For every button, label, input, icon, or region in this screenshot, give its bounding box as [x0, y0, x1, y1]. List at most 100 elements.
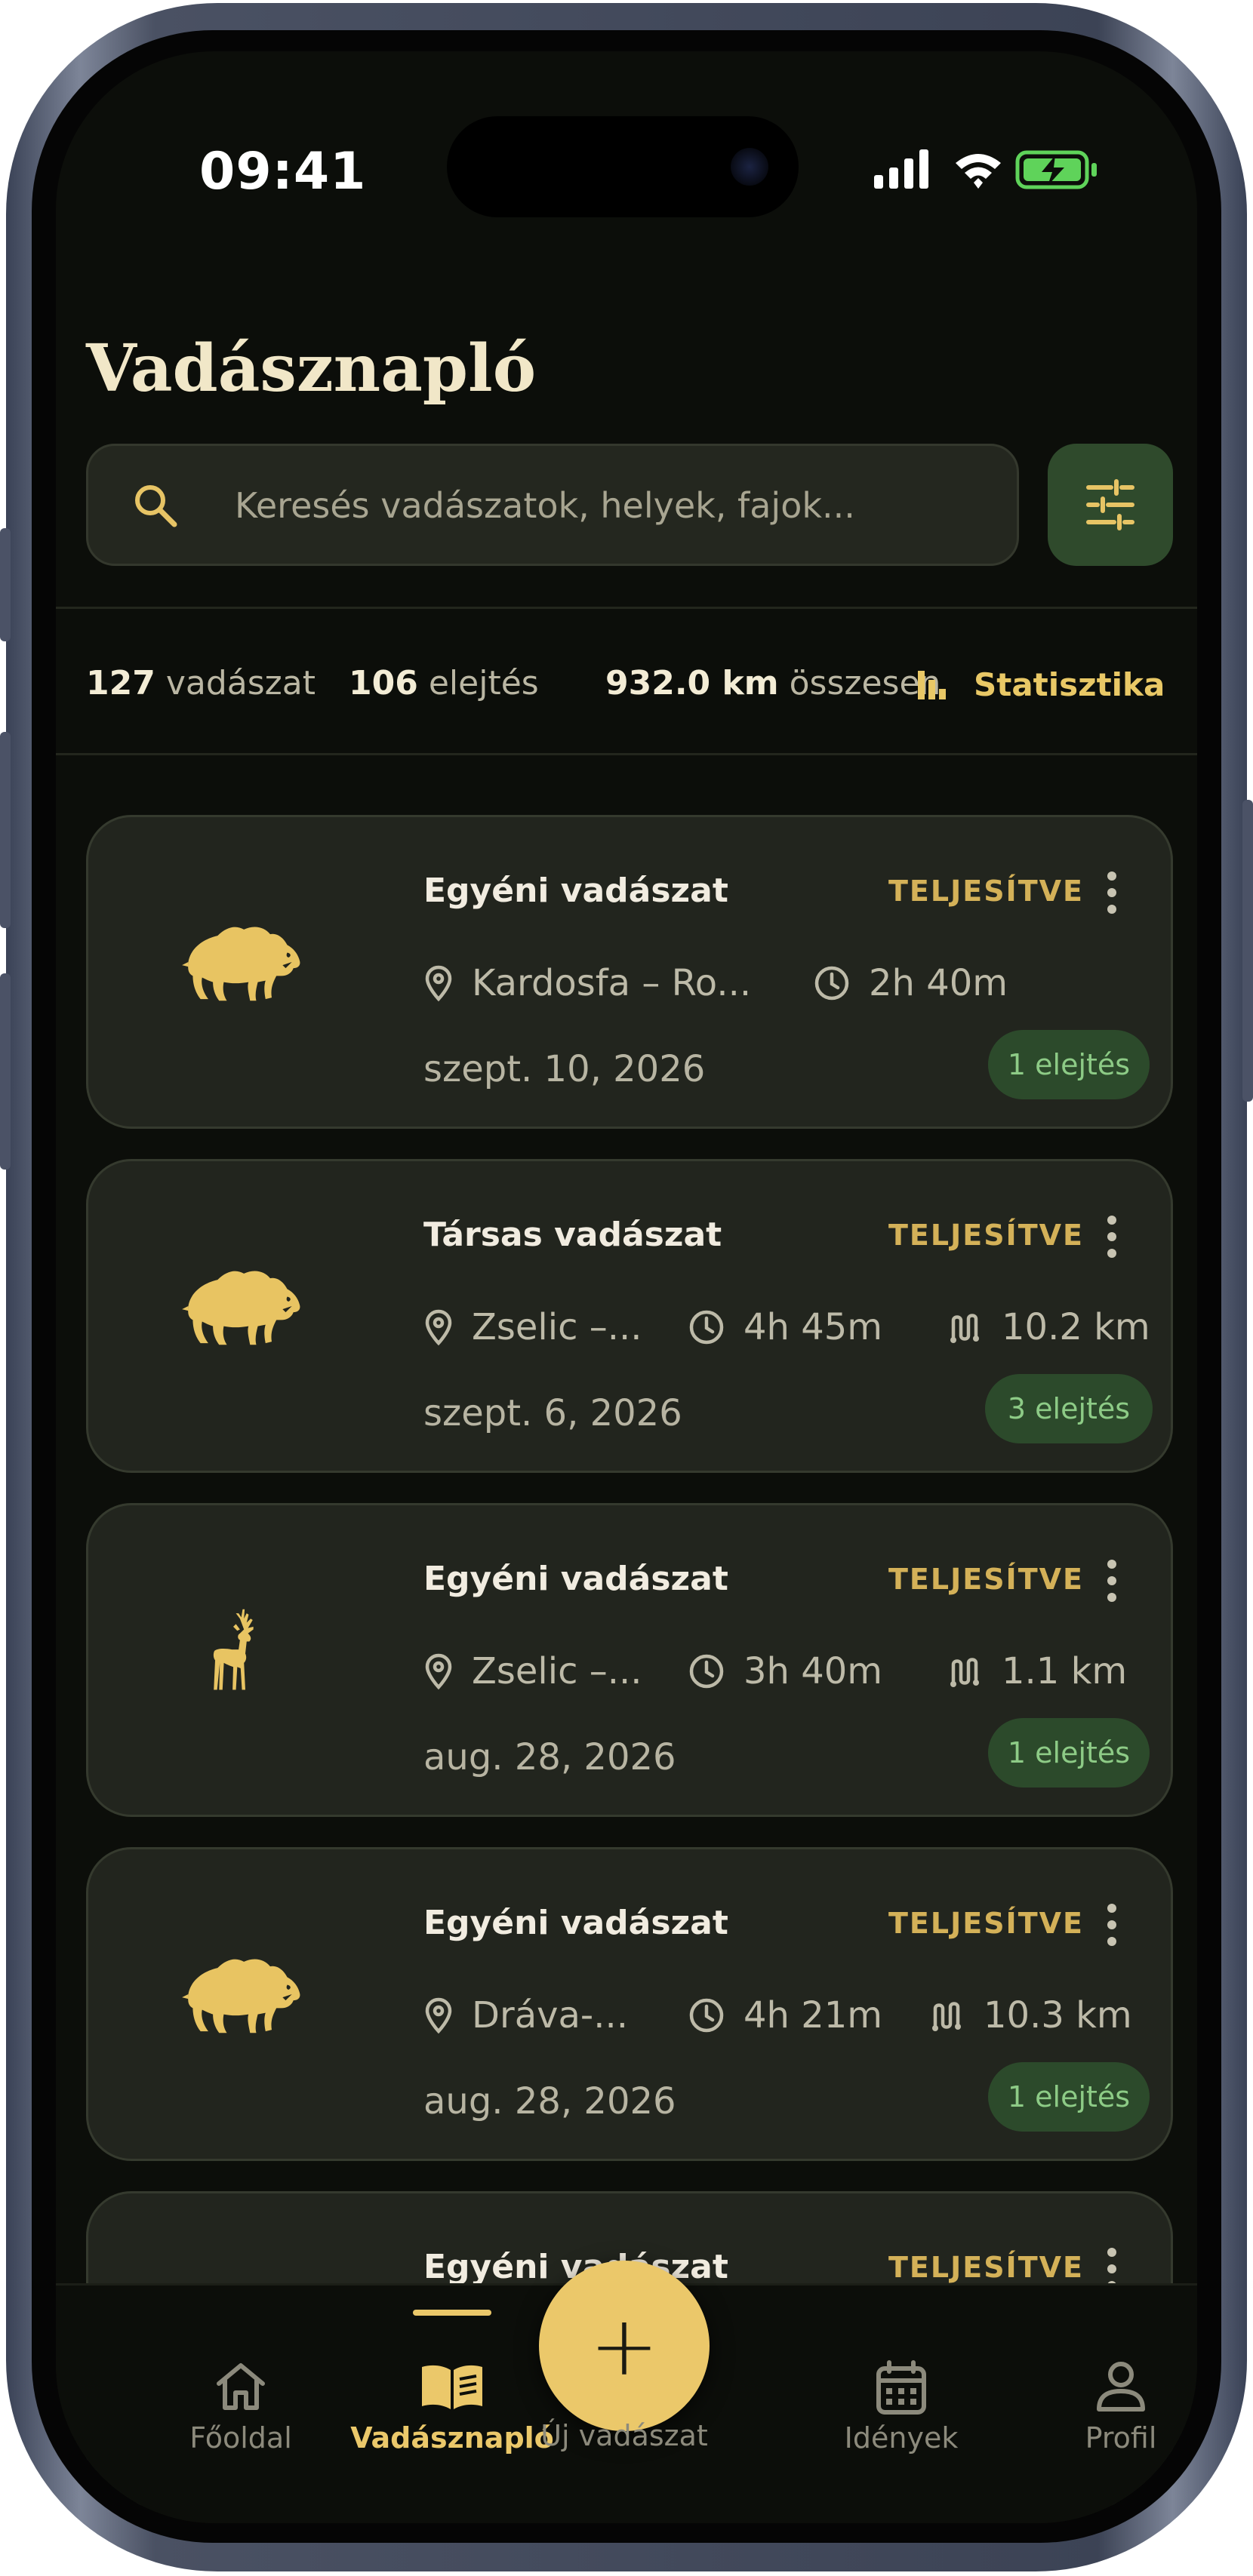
boar-icon: [179, 920, 303, 1006]
dynamic-island: [447, 116, 799, 217]
calendar-icon: [876, 2360, 926, 2415]
kills-count: 106: [349, 664, 418, 702]
hunt-date: aug. 28, 2026: [423, 1736, 676, 1778]
nav-profile[interactable]: Profil: [1034, 2286, 1197, 2482]
hunt-date: szept. 10, 2026: [423, 1048, 706, 1090]
status-time: 09:41: [199, 142, 367, 201]
kills-label: elejtés: [428, 664, 539, 702]
new-hunt-label: Új vadászat: [540, 2419, 708, 2452]
hunt-card[interactable]: Egyéni vadászat TELJESÍTVE Kardosfa – Ro…: [86, 815, 1173, 1129]
hunt-card[interactable]: Társas vadászat TELJESÍTVE Zselic –... 4…: [86, 1159, 1173, 1473]
power-button: [1242, 800, 1253, 1102]
boar-icon: [179, 1264, 303, 1350]
hunt-card[interactable]: Egyéni vadászat TELJESÍTVE Zselic –... 3…: [86, 1503, 1173, 1817]
nav-journal[interactable]: Vadásznapló: [350, 2286, 554, 2482]
hunt-type: Egyéni vadászat: [423, 871, 728, 910]
hunt-location: Kardosfa – Ro...: [423, 959, 751, 1007]
stat-distance: 932.0 km összesen: [605, 664, 941, 702]
stat-hunts: 127 vadászat: [86, 664, 316, 702]
clock-icon: [813, 964, 851, 1002]
location-text: Dráva-...: [472, 1994, 629, 2037]
kills-badge: 1 elejtés: [988, 1030, 1150, 1099]
kills-badge: 1 elejtés: [988, 1718, 1150, 1788]
status-icons: [874, 149, 1097, 189]
hunt-location: Zselic –...: [423, 1303, 642, 1351]
hunt-type: Egyéni vadászat: [423, 1904, 728, 1942]
search-input[interactable]: [233, 475, 991, 536]
search-box[interactable]: [86, 444, 1019, 566]
filter-sliders-icon: [1086, 479, 1134, 530]
route-icon: [946, 1308, 984, 1346]
stat-kills: 106 elejtés: [349, 664, 539, 702]
active-tab-indicator: [413, 2310, 491, 2316]
search-icon: [135, 485, 177, 527]
hunt-location: Dráva-...: [423, 1991, 628, 2040]
status-badge: TELJESÍTVE: [888, 1907, 1084, 1940]
duration-text: 3h 40m: [743, 1650, 883, 1692]
location-text: Kardosfa – Ro...: [472, 962, 752, 1004]
more-options-icon[interactable]: [1097, 871, 1127, 917]
hunt-duration: 4h 45m: [688, 1303, 882, 1351]
hunt-distance: 10.2 km: [946, 1303, 1150, 1351]
location-pin-icon: [423, 964, 454, 1002]
kills-badge: 3 elejtés: [985, 1374, 1153, 1443]
more-options-icon[interactable]: [1097, 1904, 1127, 1949]
signal-icon: [874, 149, 928, 189]
wifi-icon: [956, 154, 1001, 189]
distance-value: 932.0 km: [605, 664, 779, 702]
hunts-label: vadászat: [165, 664, 316, 702]
hunt-distance: 10.3 km: [928, 1991, 1132, 2040]
action-button: [0, 528, 11, 641]
nav-journal-label: Vadásznapló: [350, 2421, 554, 2455]
distance-text: 10.2 km: [1002, 1306, 1150, 1348]
volume-up-button: [0, 732, 11, 928]
hunt-duration: 4h 21m: [688, 1991, 882, 2040]
location-pin-icon: [423, 1308, 454, 1346]
duration-text: 4h 45m: [743, 1306, 883, 1348]
home-icon: [217, 2363, 265, 2410]
statistics-link-label: Statisztika: [974, 666, 1165, 703]
route-icon: [946, 1652, 984, 1690]
front-camera: [731, 148, 768, 186]
location-pin-icon: [423, 1652, 454, 1690]
nav-home-label: Főoldal: [189, 2421, 292, 2455]
battery-icon: [1015, 150, 1097, 189]
duration-text: 2h 40m: [869, 962, 1008, 1004]
kills-badge: 1 elejtés: [988, 2062, 1150, 2132]
distance-text: 10.3 km: [984, 1994, 1132, 2037]
route-icon: [928, 1997, 965, 2034]
plus-icon: +: [589, 2298, 660, 2394]
hunt-duration: 2h 40m: [813, 959, 1008, 1007]
nav-profile-label: Profil: [1085, 2421, 1157, 2455]
hunt-type: Társas vadászat: [423, 1216, 722, 1254]
hunt-date: szept. 6, 2026: [423, 1392, 682, 1434]
status-badge: TELJESÍTVE: [888, 875, 1084, 908]
divider: [56, 753, 1197, 755]
hunt-distance: 1.1 km: [946, 1647, 1127, 1695]
statistics-link[interactable]: Statisztika: [916, 658, 1165, 711]
profile-icon: [1097, 2362, 1145, 2412]
more-options-icon[interactable]: [1097, 1560, 1127, 1605]
location-pin-icon: [423, 1997, 454, 2034]
clock-icon: [688, 1652, 725, 1690]
deer-icon: [209, 1605, 269, 1695]
duration-text: 4h 21m: [743, 1994, 883, 2037]
hunt-duration: 3h 40m: [688, 1647, 882, 1695]
status-badge: TELJESÍTVE: [888, 1563, 1084, 1596]
nav-seasons[interactable]: Idények: [814, 2286, 988, 2482]
new-hunt-button[interactable]: +: [539, 2261, 710, 2431]
hunt-date: aug. 28, 2026: [423, 2080, 676, 2123]
filter-button[interactable]: [1048, 444, 1173, 566]
hunt-card[interactable]: Egyéni vadászat TELJESÍTVE Dráva-... 4h …: [86, 1847, 1173, 2161]
volume-down-button: [0, 973, 11, 1170]
more-options-icon[interactable]: [1097, 1216, 1127, 1261]
boar-icon: [179, 1952, 303, 2038]
phone-bezel: 09:41 Vadásznapló Keresés vadászatok, he…: [32, 30, 1221, 2543]
open-book-icon: [422, 2365, 482, 2409]
divider: [56, 607, 1197, 609]
status-badge: TELJESÍTVE: [888, 2251, 1084, 2284]
location-text: Zselic –...: [472, 1650, 642, 1692]
bar-chart-icon: [918, 671, 946, 699]
app-screen: 09:41 Vadásznapló Keresés vadászatok, he…: [56, 51, 1197, 2523]
nav-home[interactable]: Főoldal: [154, 2286, 328, 2482]
